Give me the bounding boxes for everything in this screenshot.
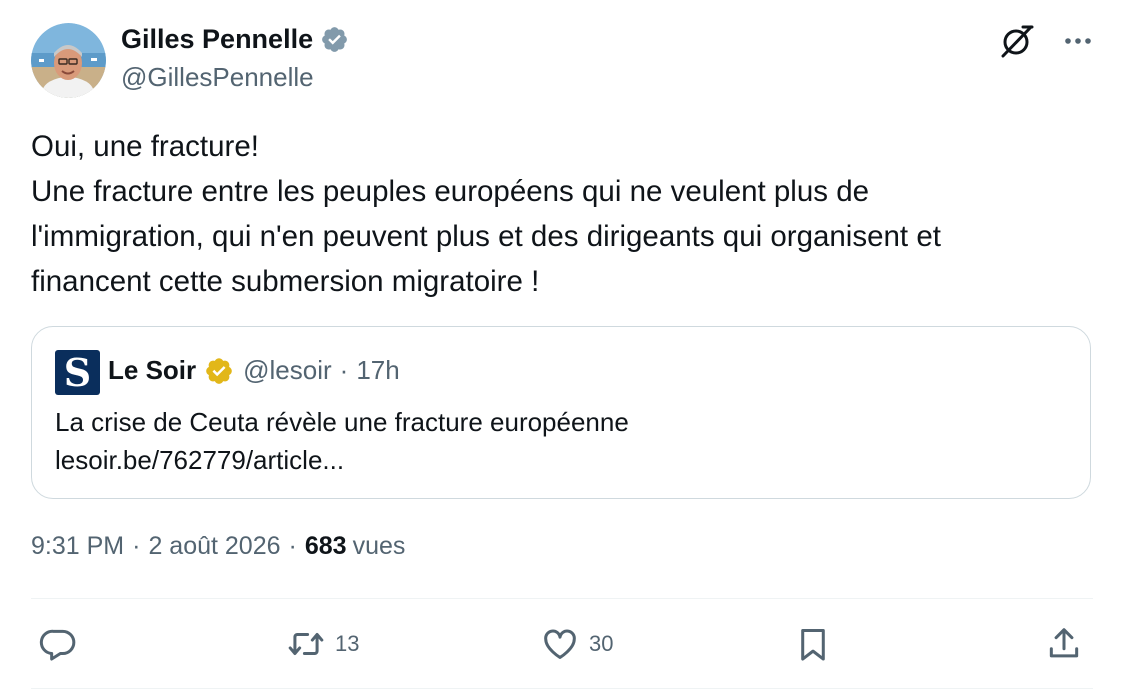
tweet-time[interactable]: 9:31 PM	[31, 532, 124, 561]
tweet-header-actions	[998, 22, 1092, 60]
reply-button[interactable]	[39, 618, 87, 670]
retweet-icon	[288, 632, 324, 656]
separator-dot: ·	[288, 532, 297, 560]
quoted-tweet-line: La crise de Ceuta révèle une fracture eu…	[55, 407, 629, 437]
separator-dot: ·	[132, 532, 141, 560]
tweet-action-bar: 13 30	[31, 618, 1093, 670]
lesoir-logo: S	[55, 350, 100, 395]
author-name-row[interactable]: Gilles Pennelle	[121, 24, 349, 55]
author-name[interactable]: Gilles Pennelle	[121, 24, 313, 55]
tweet-line: l'immigration, qui n'en peuvent plus et …	[31, 220, 941, 253]
grok-icon[interactable]	[998, 22, 1036, 60]
tweet-line: Une fracture entre les peuples européens…	[31, 175, 870, 208]
bookmark-icon	[801, 629, 825, 661]
bookmark-button[interactable]	[794, 618, 832, 670]
retweet-button[interactable]: 13	[287, 618, 359, 670]
separator-dot: ·	[339, 355, 349, 385]
views-label: vues	[352, 532, 406, 560]
quoted-tweet-time[interactable]: 17h	[356, 355, 399, 386]
quoted-tweet-link[interactable]: lesoir.be/762779/article...	[55, 441, 629, 479]
tweet-line: financent cette submersion migratoire !	[31, 265, 540, 298]
verified-gold-badge-icon	[206, 357, 232, 384]
quoted-tweet-header: Le Soir @lesoir · 17h	[108, 355, 400, 386]
lesoir-logo-letter: S	[63, 349, 92, 395]
verified-badge-icon	[322, 27, 347, 52]
tweet-text: Oui, une fracture! Une fracture entre le…	[31, 124, 1093, 304]
quoted-author-name[interactable]: Le Soir	[108, 355, 196, 386]
tweet-date[interactable]: 2 août 2026	[148, 532, 280, 561]
quoted-author-handle[interactable]: @lesoir	[243, 355, 332, 386]
like-icon	[544, 629, 576, 659]
share-button[interactable]	[1045, 618, 1083, 670]
quoted-tweet-card[interactable]: S Le Soir @lesoir · 17h La crise de Ceut…	[31, 326, 1091, 499]
share-icon	[1049, 628, 1079, 658]
tweet-line: Oui, une fracture!	[31, 130, 259, 163]
views-count: 683	[304, 532, 347, 560]
divider	[31, 688, 1093, 689]
quoted-tweet-text: La crise de Ceuta révèle une fracture eu…	[55, 403, 629, 479]
tweet-meta: 9:31 PM · 2 août 2026 · 683 vues	[31, 532, 405, 561]
divider	[31, 598, 1093, 599]
more-icon[interactable]	[1064, 22, 1092, 60]
retweet-count: 13	[335, 631, 360, 656]
like-button[interactable]: 30	[541, 618, 613, 670]
avatar[interactable]	[31, 23, 106, 98]
reply-icon	[39, 629, 76, 661]
author-handle[interactable]: @GillesPennelle	[121, 62, 314, 93]
like-count: 30	[589, 631, 614, 656]
